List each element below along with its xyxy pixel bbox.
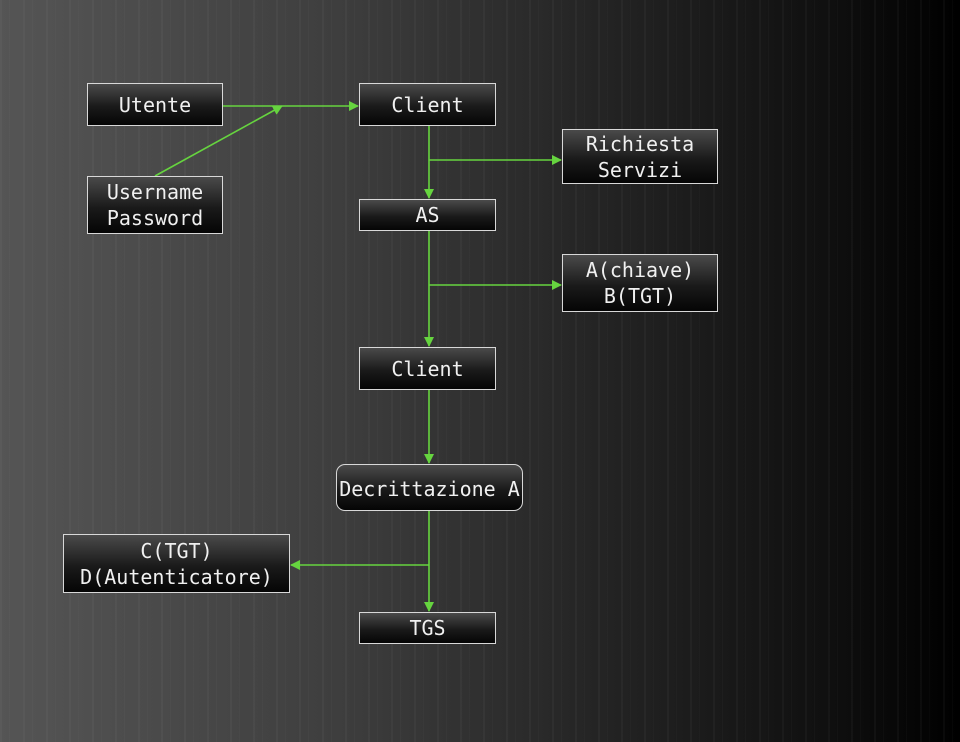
node-label: Utente xyxy=(118,92,192,117)
node-label: Client xyxy=(391,356,464,381)
node-label: Richiesta xyxy=(585,131,695,156)
node-as: AS xyxy=(359,199,496,231)
node-label: D(Autenticatore) xyxy=(80,564,273,589)
node-decrypt: Decrittazione A xyxy=(336,464,523,511)
node-label: C(TGT) xyxy=(140,538,213,563)
node-client-2: Client xyxy=(359,347,496,390)
node-label: Decrittazione A xyxy=(339,476,520,501)
node-label: AS xyxy=(415,203,440,227)
node-tgs: TGS xyxy=(359,612,496,644)
node-tgs-message: C(TGT) D(Autenticatore) xyxy=(63,534,290,593)
node-label: A(chiave) xyxy=(585,258,695,282)
node-utente: Utente xyxy=(87,83,223,126)
node-label: Username xyxy=(106,180,204,204)
node-credentials: Username Password xyxy=(87,176,223,234)
node-label: B(TGT) xyxy=(603,284,677,308)
node-response: A(chiave) B(TGT) xyxy=(562,254,718,312)
node-client: Client xyxy=(359,83,496,126)
node-label: TGS xyxy=(409,616,446,640)
node-label: Password xyxy=(106,206,204,230)
node-label: Servizi xyxy=(597,157,683,182)
node-request: Richiesta Servizi xyxy=(562,129,718,184)
node-label: Client xyxy=(391,92,464,117)
